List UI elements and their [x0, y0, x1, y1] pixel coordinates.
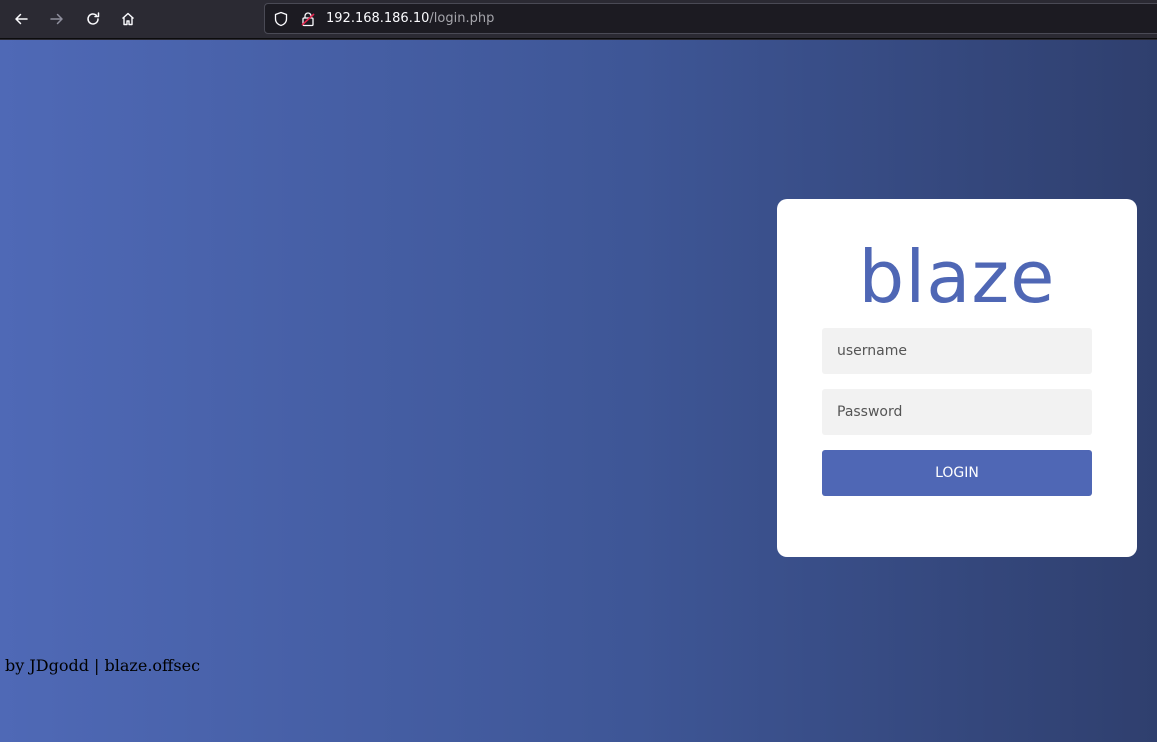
- login-button[interactable]: LOGIN: [822, 450, 1092, 496]
- insecure-lock-icon[interactable]: [300, 11, 316, 27]
- back-button[interactable]: [7, 5, 35, 33]
- login-card: blaze LOGIN: [777, 199, 1137, 557]
- url-text[interactable]: 192.168.186.10/login.php: [326, 11, 494, 27]
- shield-icon[interactable]: [273, 11, 289, 27]
- url-host: 192.168.186.10: [326, 11, 430, 26]
- footer-credit: by JDgodd | blaze.offsec: [5, 656, 201, 675]
- url-path: /login.php: [429, 11, 495, 26]
- brand-logo: blaze: [858, 235, 1056, 319]
- login-page: blaze LOGIN by JDgodd | blaze.offsec: [0, 40, 1157, 742]
- forward-arrow-icon: [50, 13, 63, 25]
- url-bar[interactable]: 192.168.186.10/login.php: [264, 3, 1157, 34]
- username-input[interactable]: [822, 328, 1092, 374]
- reload-icon: [87, 12, 100, 25]
- home-button[interactable]: [114, 5, 142, 33]
- reload-button[interactable]: [79, 5, 107, 33]
- home-icon: [122, 12, 134, 26]
- browser-toolbar: 192.168.186.10/login.php: [0, 0, 1157, 39]
- forward-button[interactable]: [43, 5, 71, 33]
- back-arrow-icon: [15, 13, 28, 25]
- password-input[interactable]: [822, 389, 1092, 435]
